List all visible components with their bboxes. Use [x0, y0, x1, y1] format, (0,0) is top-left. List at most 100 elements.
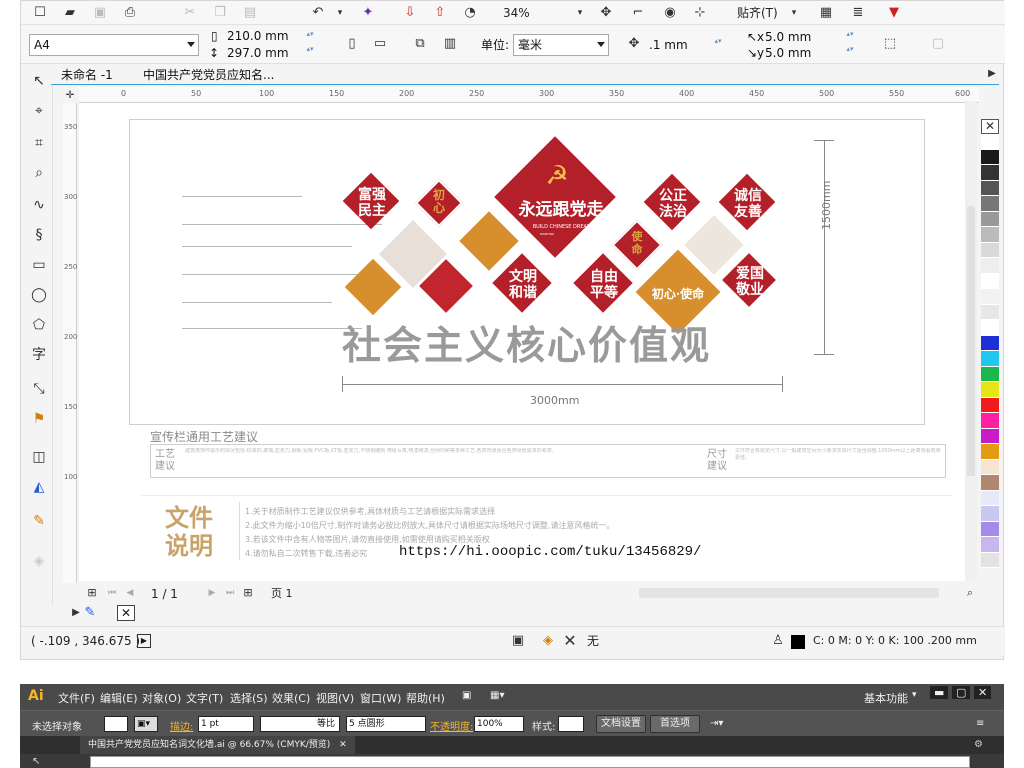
fill-swatch[interactable]	[104, 716, 128, 732]
outline-pen-icon[interactable]: ♙	[769, 632, 787, 650]
color-swatch[interactable]	[981, 459, 999, 475]
outline-color-swatch[interactable]	[791, 635, 805, 649]
add-page-icon[interactable]: ⊞	[83, 584, 101, 602]
color-swatch[interactable]	[981, 366, 999, 382]
color-swatch[interactable]	[981, 289, 999, 305]
bridge-icon[interactable]: ▣	[462, 690, 471, 701]
color-swatch[interactable]	[981, 413, 999, 429]
color-swatch[interactable]	[981, 335, 999, 351]
page-border-icon[interactable]: ⬚	[881, 35, 899, 53]
source-url[interactable]: https://hi.ooopic.com/tuku/13456829/	[399, 544, 701, 560]
color-swatch[interactable]	[981, 273, 999, 289]
export-icon[interactable]: ⇧	[431, 4, 449, 22]
color-swatch[interactable]	[981, 475, 999, 491]
last-page-icon[interactable]: ⏭	[221, 584, 239, 602]
menu-file[interactable]: 文件(F)	[58, 690, 95, 706]
page-tab[interactable]: 页 1	[271, 585, 293, 603]
color-swatch[interactable]	[981, 428, 999, 444]
color-swatch[interactable]	[981, 397, 999, 413]
text-tool-icon[interactable]: 字	[29, 345, 49, 365]
eyedropper-tool-icon[interactable]: ✎	[29, 511, 49, 531]
duplicate-y-stepper-icon[interactable]: ▴▾	[845, 45, 855, 61]
document-color-icon[interactable]: ▣	[509, 632, 527, 650]
document-tab[interactable]: 中国共产党党员应知名词文化墙.ai @ 66.67% (CMYK/预览) ✕	[80, 736, 355, 754]
play-icon[interactable]: ▶	[137, 634, 151, 648]
undo-icon[interactable]: ↶	[309, 4, 327, 22]
color-swatch[interactable]	[981, 382, 999, 398]
tab-document[interactable]: 中国共产党党员应知名...	[143, 67, 274, 83]
style-swatch[interactable]	[558, 716, 584, 732]
add-page-after-icon[interactable]: ⊞	[239, 584, 257, 602]
maximize-icon[interactable]: ▢	[952, 686, 971, 699]
preferences-button[interactable]: 首选项	[650, 715, 700, 733]
crop-tool-icon[interactable]: ⌗	[29, 133, 49, 153]
navigator-icon[interactable]: ⌕	[961, 584, 979, 602]
zoom-tool-icon[interactable]: ⌕	[29, 163, 49, 183]
height-stepper-icon[interactable]: ▴▾	[305, 45, 315, 61]
menu-window[interactable]: 窗口(W)	[360, 690, 401, 706]
menu-object[interactable]: 对象(O)	[142, 690, 181, 706]
nudge-stepper-icon[interactable]: ▴▾	[713, 37, 723, 53]
color-swatch[interactable]	[981, 165, 999, 181]
stroke-swatch[interactable]: ▣▾	[134, 716, 158, 732]
fill-bucket-icon[interactable]: ◈	[539, 632, 557, 650]
menu-select[interactable]: 选择(S)	[230, 690, 268, 706]
first-page-icon[interactable]: ⏮	[103, 584, 121, 602]
close-tab-icon[interactable]: ✕	[339, 740, 347, 750]
panel-menu-icon[interactable]: ≡	[976, 718, 984, 729]
current-page-icon[interactable]: ▥	[441, 35, 459, 53]
duplicate-x-field[interactable]: 5.0 mm	[765, 29, 811, 45]
color-swatch[interactable]	[981, 258, 999, 274]
width-stepper-icon[interactable]: ▴▾	[305, 30, 315, 46]
portrait-icon[interactable]: ▯	[343, 35, 361, 53]
open-folder-icon[interactable]: ▰	[61, 4, 79, 22]
duplicate-y-field[interactable]: 5.0 mm	[765, 45, 811, 61]
copy-icon[interactable]: ❐	[211, 4, 229, 22]
transparency-tool-icon[interactable]: ◭	[29, 477, 49, 497]
color-swatch[interactable]	[981, 227, 999, 243]
drop-shadow-icon[interactable]: ◫	[29, 447, 49, 467]
page-size-select[interactable]: A4	[29, 34, 199, 56]
search-content-icon[interactable]: ✦	[359, 4, 377, 22]
minimize-icon[interactable]: ▬	[930, 686, 949, 699]
menu-edit[interactable]: 编辑(E)	[100, 690, 138, 706]
brush-select[interactable]: 5 点圆形	[346, 716, 426, 732]
none-swatch-icon[interactable]: ✕	[117, 605, 135, 621]
unit-select[interactable]: 毫米	[513, 34, 609, 56]
cut-icon[interactable]: ✂	[181, 4, 199, 22]
save-icon[interactable]: ▣	[91, 4, 109, 22]
close-icon[interactable]: ✕	[974, 686, 992, 699]
interactive-fill-icon[interactable]: ◈	[29, 551, 49, 571]
workspace-dropdown-icon[interactable]: ▾	[912, 690, 917, 700]
polygon-tool-icon[interactable]: ⬠	[29, 315, 49, 335]
menu-effect[interactable]: 效果(C)	[272, 690, 310, 706]
application-launcher-icon[interactable]: ▼	[885, 4, 903, 22]
workspace-switcher[interactable]: 基本功能	[864, 690, 908, 706]
color-swatch[interactable]	[981, 304, 999, 320]
menu-help[interactable]: 帮助(H)	[406, 690, 445, 706]
full-screen-icon[interactable]: ✥	[597, 4, 615, 22]
paste-icon[interactable]: ▤	[241, 4, 259, 22]
no-color-swatch-icon[interactable]: ✕	[981, 119, 999, 134]
shape-tool-icon[interactable]: ⌖	[29, 101, 49, 121]
opacity-field[interactable]: 100%	[474, 716, 524, 732]
pick-tool-icon[interactable]: ↖	[29, 71, 49, 91]
welcome-screen-icon[interactable]: ▦	[817, 4, 835, 22]
grid-icon[interactable]: ⊹	[691, 4, 709, 22]
treat-as-filled-icon[interactable]: ▢	[929, 35, 947, 53]
stroke-label[interactable]: 描边:	[170, 718, 193, 733]
landscape-icon[interactable]: ▭	[371, 35, 389, 53]
panels-icon[interactable]: ⚙	[974, 739, 983, 750]
print-icon[interactable]: ⎙	[121, 4, 139, 22]
rulers-icon[interactable]: ⌐	[629, 4, 647, 22]
vertical-ruler[interactable]: 350 300 250 200 150 100	[63, 103, 77, 583]
color-swatch[interactable]	[981, 149, 999, 165]
connector-tool-icon[interactable]: ⚑	[29, 409, 49, 429]
page-height-field[interactable]: 297.0 mm	[227, 45, 289, 61]
arrange-icon[interactable]: ⇥▾	[710, 718, 723, 729]
duplicate-x-stepper-icon[interactable]: ▴▾	[845, 30, 855, 46]
all-pages-icon[interactable]: ⧉	[411, 35, 429, 53]
tabs-scroll-right-icon[interactable]: ▶	[983, 65, 1001, 83]
color-swatch[interactable]	[981, 521, 999, 537]
color-swatch[interactable]	[981, 552, 999, 568]
